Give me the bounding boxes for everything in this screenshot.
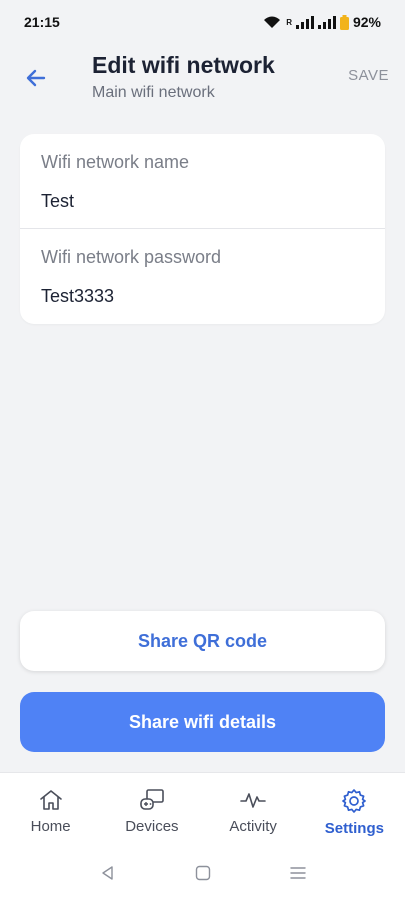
nav-item-devices[interactable]: Devices [101,773,202,846]
wifi-form-card: Wifi network name Test Wifi network pass… [20,134,385,324]
wifi-name-value[interactable]: Test [41,191,74,212]
wifi-password-field[interactable]: Wifi network password Test3333 [20,229,385,323]
system-nav-bar [0,846,405,900]
signal-icon [295,15,314,29]
status-time: 21:15 [24,14,60,30]
wifi-password-value[interactable]: Test3333 [41,286,114,307]
devices-icon [140,789,164,810]
back-button[interactable] [20,62,52,94]
page-subtitle: Main wifi network [92,84,215,101]
status-icons: R 92% [262,14,381,30]
wifi-icon [264,16,281,28]
arrow-left-icon [26,69,46,87]
nav-label-settings: Settings [324,820,384,837]
home-square-icon [195,865,210,881]
status-bar: 21:15 R 92% [0,0,405,44]
nav-item-settings[interactable]: Settings [304,773,405,846]
nav-item-activity[interactable]: Activity [203,773,304,846]
header: Edit wifi network Main wifi network SAVE [0,44,405,114]
recents-menu-icon [289,867,306,879]
share-qr-button[interactable]: Share QR code [20,611,385,671]
share-wifi-details-button[interactable]: Share wifi details [20,692,385,752]
battery-percentage: 92% [352,14,381,30]
wifi-name-field[interactable]: Wifi network name Test [20,134,385,228]
activity-icon [240,793,266,808]
system-back-button[interactable] [88,853,128,893]
page-title: Edit wifi network [92,52,275,78]
signal-icon [317,15,336,29]
gear-icon [342,789,367,813]
system-home-button[interactable] [183,853,223,893]
home-icon [39,790,62,810]
nav-label-devices: Devices [125,818,179,835]
system-recents-button[interactable] [278,853,318,893]
roaming-indicator: R [286,17,292,27]
back-triangle-icon [101,866,113,880]
field-label: Wifi network password [41,247,222,267]
nav-item-home[interactable]: Home [0,773,101,846]
bottom-nav: Home Devices Activity Settings [0,772,405,846]
save-button[interactable]: SAVE [348,67,389,84]
field-label: Wifi network name [41,152,190,172]
nav-label-activity: Activity [229,818,277,835]
battery-icon [339,14,349,30]
nav-label-home: Home [30,818,71,835]
